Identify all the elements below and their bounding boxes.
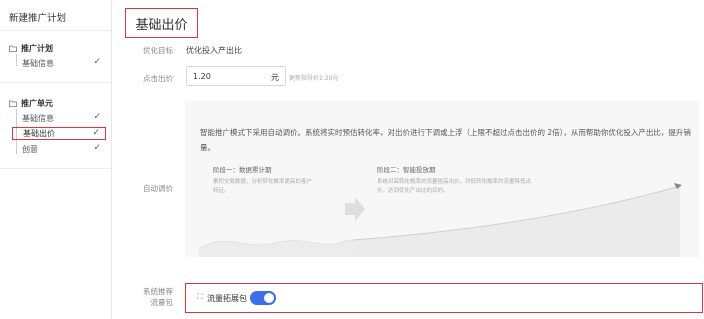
sidebar-group-plan[interactable]: 推广计划 (9, 43, 53, 54)
stage-two-title: 阶段二：智能投放期 (377, 166, 436, 174)
page-title: 基础出价 (125, 8, 198, 38)
stage-one-desc: 累积交易数据，分析转化概率更高的客户特征。 (213, 179, 313, 194)
sidebar-item-unit-basic-info[interactable]: 基础信息 ✓ (12, 112, 106, 125)
sidebar-group-unit[interactable]: 推广单元 (9, 98, 53, 109)
check-icon: ✓ (92, 128, 100, 138)
sidebar-item-label: 创意 (22, 145, 38, 154)
check-icon: ✓ (93, 143, 101, 153)
click-bid-input[interactable]: 1.20 元 (186, 66, 286, 86)
sidebar-item-plan-basic-info[interactable]: 基础信息 ✓ (12, 57, 106, 70)
sidebar-group-unit-label: 推广单元 (21, 99, 53, 108)
optimize-goal-label: 优化目标 (143, 46, 173, 55)
stage-two: 阶段二：智能投放期 系统对高转化概率的流量提高出价，对低转化概率的流量降低出价，… (377, 164, 532, 196)
traffic-package-name: 流量拓展包 (207, 294, 247, 303)
toggle-knob (264, 293, 274, 303)
divider (0, 168, 111, 169)
traffic-package-label: 系统推荐 流量包 (121, 286, 173, 308)
sidebar-item-label: 基础信息 (22, 114, 54, 123)
folder-icon (9, 100, 17, 107)
click-bid-unit: 元 (271, 73, 279, 82)
sidebar-item-basic-bid[interactable]: 基础出价 ✓ (12, 127, 106, 140)
folder-icon (9, 45, 17, 52)
click-bid-label: 点击出价 (143, 74, 173, 83)
sidebar-item-label: 基础信息 (22, 59, 54, 68)
auto-adjust-panel: 智能推广模式下采用自动调价。系统将实时预估转化率，对出价进行下调或上浮（上限不超… (185, 101, 699, 257)
sidebar-item-creative[interactable]: 创意 ✓ (12, 143, 106, 156)
click-bid-hint: 更新指导价1.20元 (289, 75, 339, 82)
stage-two-desc: 系统对高转化概率的流量提高出价，对低转化概率的流量降低出价，达到优化产出比的目的… (377, 179, 532, 194)
click-bid-value: 1.20 (193, 72, 211, 81)
stage-one-title: 阶段一：数据累计期 (213, 166, 272, 174)
sidebar-item-label: 基础出价 (23, 129, 55, 138)
sidebar-group-plan-label: 推广计划 (21, 44, 53, 53)
auto-adjust-label: 自动调价 (143, 184, 173, 193)
sidebar: 新建推广计划 推广计划 基础信息 ✓ 推广单元 基础信息 ✓ 基础出价 ✓ 创意… (0, 0, 112, 319)
traffic-package-row: ⛶ 流量拓展包 (185, 283, 703, 313)
check-icon: ✓ (93, 57, 101, 67)
divider (0, 30, 111, 31)
main-content: 基础出价 优化目标 优化投入产出比 点击出价 1.20 元 更新指导价1.20元… (113, 0, 704, 319)
check-icon: ✓ (93, 112, 101, 122)
sidebar-title: 新建推广计划 (9, 13, 67, 24)
expand-icon: ⛶ (197, 292, 203, 301)
divider (0, 82, 111, 83)
traffic-package-toggle[interactable] (250, 291, 276, 305)
traffic-label-line2: 流量包 (150, 298, 174, 307)
optimize-goal-value: 优化投入产出比 (186, 46, 242, 55)
stage-one: 阶段一：数据累计期 累积交易数据，分析转化概率更高的客户特征。 (213, 164, 313, 196)
traffic-label-line1: 系统推荐 (143, 287, 173, 296)
